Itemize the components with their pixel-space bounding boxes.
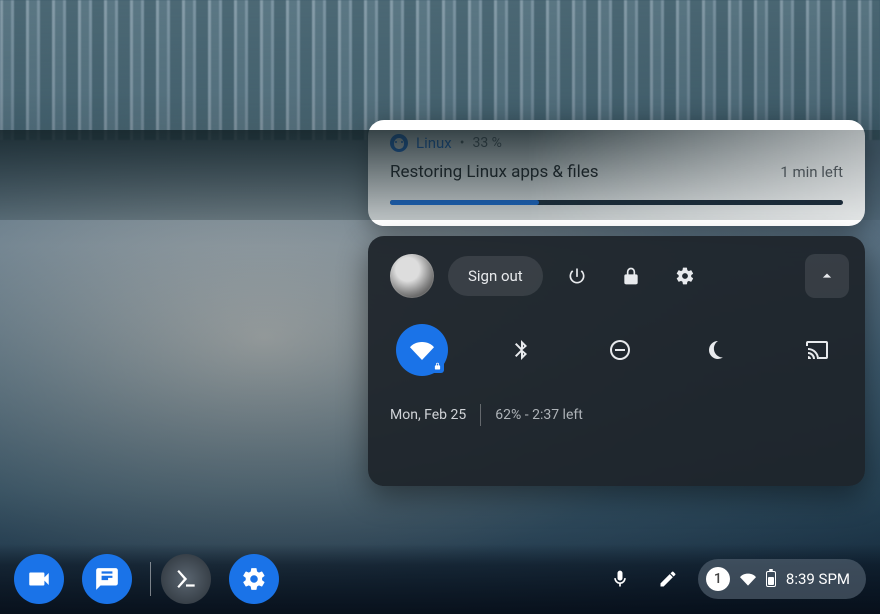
cast-toggle[interactable] [791,324,843,376]
power-button[interactable] [557,256,597,296]
settings-button[interactable] [665,256,705,296]
lock-button[interactable] [611,256,651,296]
notification-count-badge: 1 [706,567,730,591]
collapse-button[interactable] [805,254,849,298]
messages-icon [94,566,120,592]
notification-card[interactable]: Linux • 33 % Restoring Linux apps & file… [368,120,865,226]
shelf: 1 8:39 SPM [0,544,880,614]
user-avatar[interactable] [390,254,434,298]
status-area[interactable]: 1 8:39 SPM [698,559,866,599]
video-camera-icon [26,566,52,592]
notification-title: Restoring Linux apps & files [390,162,599,182]
terminal-app[interactable] [161,554,211,604]
cast-icon [805,338,829,362]
lock-mini-icon [433,362,442,371]
do-not-disturb-toggle[interactable] [594,324,646,376]
notification-percent: 33 % [472,135,501,151]
battery-status-icon [766,571,776,587]
bluetooth-icon [509,338,533,362]
panel-top-row: Sign out [390,254,849,298]
vertical-separator [480,404,481,426]
night-light-icon [706,338,730,362]
separator-dot: • [460,135,465,151]
chevron-up-icon [817,266,837,286]
wifi-secured-badge [430,359,444,373]
settings-app[interactable] [229,554,279,604]
microphone-icon [610,569,630,589]
night-light-toggle[interactable] [692,324,744,376]
gear-icon [675,266,695,286]
power-icon [567,266,587,286]
lock-icon [621,266,641,286]
gear-icon [241,566,267,592]
wifi-toggle[interactable] [396,324,448,376]
do-not-disturb-icon [608,338,632,362]
progress-bar [390,200,843,205]
duo-app[interactable] [14,554,64,604]
progress-fill [390,200,539,205]
pen-icon [658,569,678,589]
bluetooth-toggle[interactable] [495,324,547,376]
notification-header: Linux • 33 % [390,134,843,152]
shelf-divider [150,562,151,596]
terminal-icon [173,566,199,592]
panel-battery-text: 62% - 2:37 left [495,407,583,423]
wifi-status-icon [740,571,756,587]
notification-body: Restoring Linux apps & files 1 min left [390,162,843,182]
wifi-icon [410,338,434,362]
panel-status-row: Mon, Feb 25 62% - 2:37 left [390,404,849,426]
assistant-mic-button[interactable] [600,559,640,599]
panel-date: Mon, Feb 25 [390,407,466,423]
quick-settings-panel: Sign out [368,236,865,486]
messages-app[interactable] [82,554,132,604]
stylus-tools-button[interactable] [648,559,688,599]
panel-toggles-row [390,324,849,376]
notification-app-name: Linux [416,134,452,152]
sign-out-button[interactable]: Sign out [448,256,543,296]
notification-eta: 1 min left [780,163,843,181]
status-time: 8:39 SPM [786,570,850,588]
linux-penguin-icon [390,134,408,152]
